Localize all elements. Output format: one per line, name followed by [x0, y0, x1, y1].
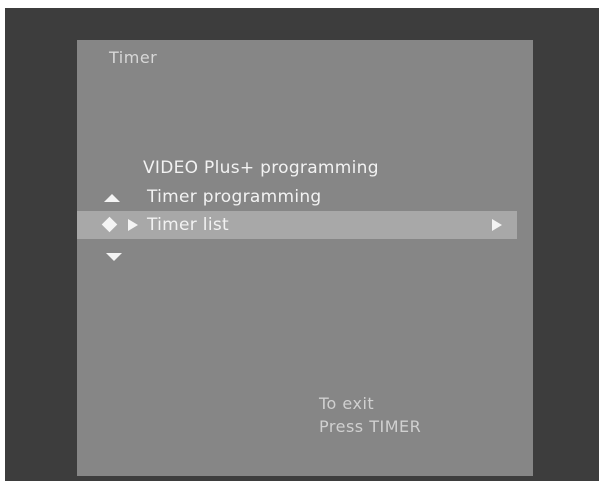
selection-diamond-icon [101, 216, 118, 233]
menu-item-timer-list[interactable]: Timer list [77, 211, 517, 239]
exit-hint-line2: Press TIMER [319, 417, 422, 436]
exit-hint-line1: To exit [319, 394, 375, 413]
scroll-down-icon[interactable] [106, 253, 122, 261]
menu-item-label: Timer list [147, 215, 229, 235]
tv-bezel: Timer VIDEO Plus+ programming Timer prog… [5, 8, 599, 481]
osd-screen: Timer VIDEO Plus+ programming Timer prog… [77, 40, 533, 476]
menu-item-timer-programming[interactable]: Timer programming [77, 183, 517, 211]
cursor-arrow-icon [128, 219, 138, 231]
menu-item-label: Timer programming [147, 187, 322, 207]
submenu-arrow-icon[interactable] [492, 219, 502, 231]
screen-title: Timer [109, 48, 158, 67]
menu-item-label: VIDEO Plus+ programming [143, 158, 379, 178]
scroll-up-icon[interactable] [104, 194, 120, 202]
menu-item-video-plus-programming[interactable]: VIDEO Plus+ programming [77, 154, 517, 182]
